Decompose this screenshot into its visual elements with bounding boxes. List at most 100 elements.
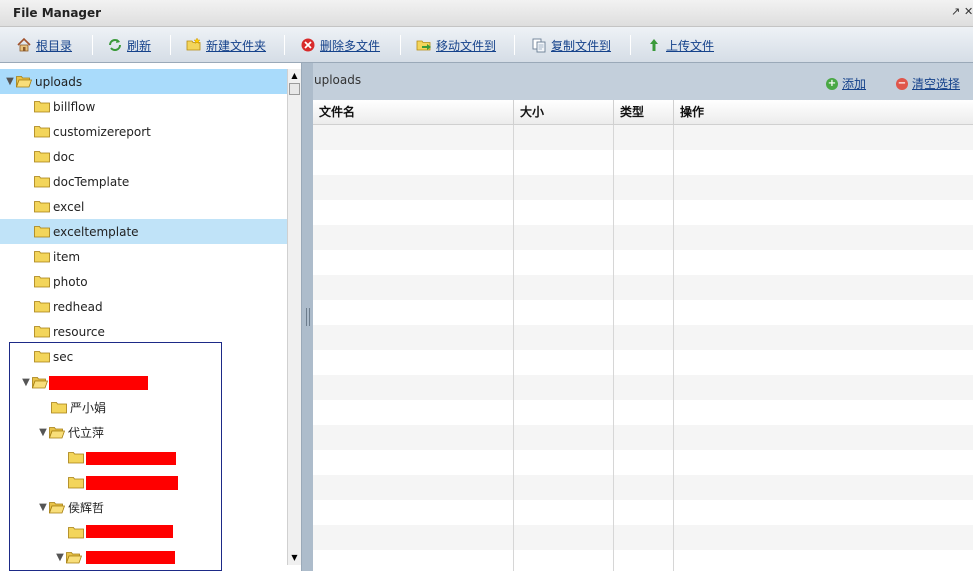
tree-node[interactable]: resource [34,319,105,344]
empty-row [313,225,973,250]
toolbar-separator [284,35,285,55]
tree-node-uploads[interactable]: ▼ uploads [0,69,287,94]
scroll-thumb[interactable] [289,83,300,95]
column-header-name[interactable]: 文件名 [313,100,514,125]
folder-open-icon [16,76,32,88]
move-icon [416,40,431,51]
column-divider [513,125,514,571]
empty-row [313,525,973,550]
tree-node-label: excel [53,199,85,214]
empty-row [313,375,973,400]
scroll-up-icon[interactable]: ▲ [288,69,301,83]
remove-icon: − [896,77,908,90]
new-folder-button[interactable]: 新建文件夹 [186,36,266,54]
upload-file-button[interactable]: 上传文件 [646,36,714,54]
folder-icon [34,251,50,263]
refresh-icon [109,39,121,51]
add-icon: + [826,77,838,90]
folder-icon [34,151,50,163]
new-folder-icon [186,37,201,51]
window-title: File Manager [13,6,102,20]
tree-node-label: resource [53,324,105,339]
folder-icon [34,126,50,138]
copy-icon [532,38,546,53]
tree-node-label: billflow [53,99,96,114]
toolbar: 根目录 刷新 新建文件夹 删除多文件 移动文件到 复制文件到 上传文件 [0,27,973,63]
tree-node[interactable]: doc [34,144,75,169]
close-icon[interactable]: ✕ [964,5,973,19]
folder-icon [34,276,50,288]
folder-icon [34,301,50,313]
delete-icon [301,38,315,52]
folder-icon [34,101,50,113]
title-bar: File Manager ↗ ✕ [0,0,973,27]
tree-node-label: redhead [53,299,103,314]
toolbar-separator [92,35,93,55]
tree-node[interactable]: item [34,244,80,269]
empty-row [313,325,973,350]
file-list-pane: uploads + 添加 − 清空选择 文件名 大小 类型 操作 [313,63,973,571]
folder-icon [34,326,50,338]
column-divider [673,125,674,571]
empty-row [313,450,973,475]
empty-row [313,150,973,175]
home-icon [17,37,31,52]
upload-icon [650,39,658,51]
root-dir-button[interactable]: 根目录 [16,36,72,54]
tree-node-label: exceltemplate [53,224,139,239]
file-list-header: uploads + 添加 − 清空选择 [313,63,973,100]
folder-icon [34,226,50,238]
pane-splitter[interactable] [301,63,313,571]
current-path: uploads [314,73,362,87]
toolbar-separator [400,35,401,55]
chevron-down-icon[interactable]: ▼ [4,76,16,87]
toolbar-separator [170,35,171,55]
tree-node[interactable]: billflow [34,94,95,119]
tree-node[interactable]: redhead [34,294,103,319]
tree-node-label: customizereport [53,124,151,139]
empty-row [313,125,973,150]
toolbar-separator [514,35,515,55]
folder-icon [34,176,50,188]
tree-node[interactable]: docTemplate [34,169,129,194]
splitter-grip-icon [306,308,310,326]
tree-node-label: photo [53,274,88,289]
delete-files-button[interactable]: 删除多文件 [300,36,380,54]
empty-row [313,425,973,450]
file-grid: 文件名 大小 类型 操作 [313,100,973,571]
column-divider [613,125,614,571]
tree-node-label: doc [53,149,75,164]
clear-selection-button[interactable]: − 清空选择 [896,75,960,92]
tree-scrollbar[interactable]: ▲ ▼ [287,69,301,565]
column-header-action[interactable]: 操作 [674,100,973,125]
empty-row [313,475,973,500]
grid-header: 文件名 大小 类型 操作 [313,100,973,125]
empty-row [313,275,973,300]
tree-node[interactable]: customizereport [34,119,151,144]
tree-node[interactable]: photo [34,269,88,294]
add-button[interactable]: + 添加 [826,75,866,92]
empty-row [313,200,973,225]
empty-row [313,250,973,275]
toolbar-separator [630,35,631,55]
move-files-button[interactable]: 移动文件到 [416,36,496,54]
empty-row [313,175,973,200]
refresh-button[interactable]: 刷新 [107,36,151,54]
column-header-size[interactable]: 大小 [514,100,614,125]
tree-node[interactable]: excel [34,194,84,219]
tree-node-label: docTemplate [53,174,130,189]
tree-node-label: item [53,249,81,264]
tree-node-exceltemplate[interactable]: exceltemplate [0,219,287,244]
annotation-box [9,342,222,571]
tree-node-label: uploads [35,74,83,89]
popout-icon[interactable]: ↗ [951,5,960,19]
folder-icon [34,201,50,213]
column-header-type[interactable]: 类型 [614,100,674,125]
empty-row [313,300,973,325]
copy-files-button[interactable]: 复制文件到 [531,36,611,54]
empty-row [313,500,973,525]
empty-row [313,400,973,425]
empty-row [313,350,973,375]
scroll-down-icon[interactable]: ▼ [288,551,301,565]
empty-row [313,550,973,571]
